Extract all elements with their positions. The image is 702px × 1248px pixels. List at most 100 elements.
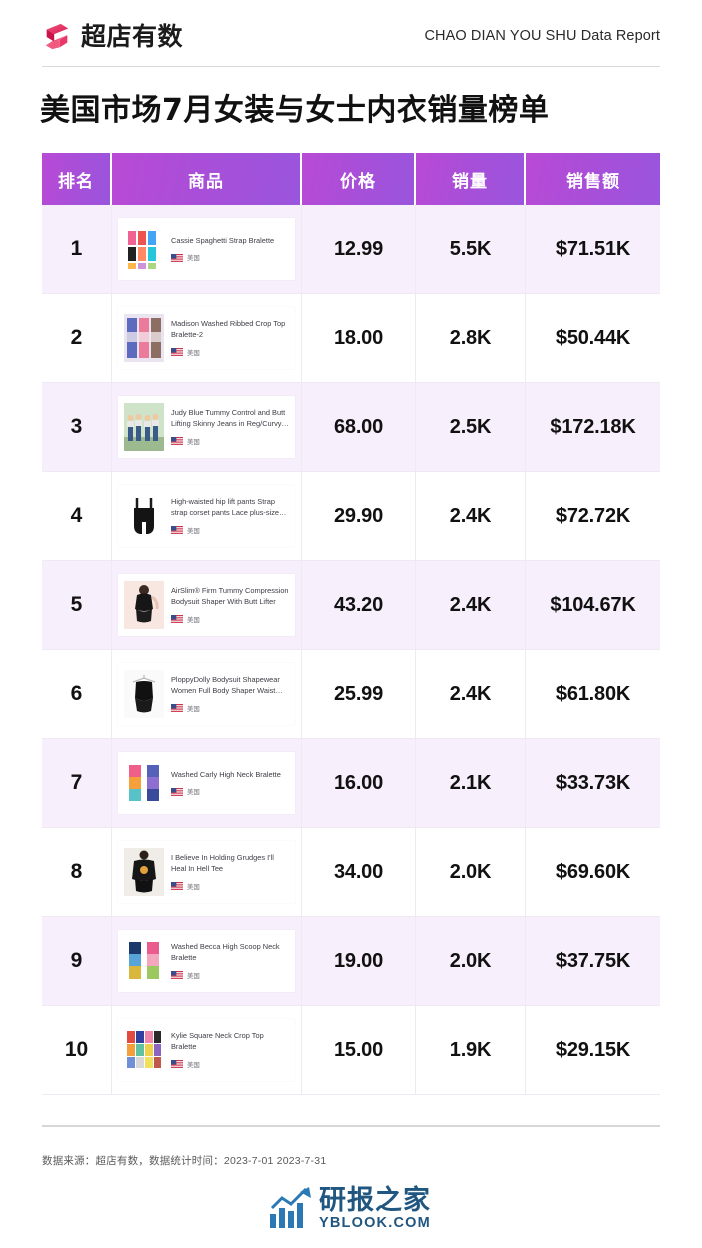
table-row: 1 Cassie Spaghetti Strap Bralette 美国 12.9… [42, 205, 660, 294]
product-country: 美国 [171, 704, 289, 713]
cell-price: 16.00 [302, 739, 416, 828]
product-card[interactable]: Judy Blue Tummy Control and Butt Lifting… [118, 396, 295, 458]
volume-value: 2.4K [449, 593, 492, 616]
amount-value: $104.67K [550, 593, 636, 616]
product-thumbnail-icon [124, 225, 164, 273]
country-label: 美国 [187, 616, 200, 624]
cell-product[interactable]: PloppyDolly Bodysuit Shapewear Women Ful… [112, 650, 302, 739]
product-meta: Madison Washed Ribbed Crop Top Bralette-… [171, 319, 289, 357]
table-row: 6 PloppyDolly Bodysuit Shapewear Women F… [42, 650, 660, 739]
cell-product[interactable]: Judy Blue Tummy Control and Butt Lifting… [112, 383, 302, 472]
cell-amount: $104.67K [526, 561, 660, 650]
table-row: 3 Judy Blue Tummy Control and Butt Lifti… [42, 383, 660, 472]
cell-amount: $69.60K [526, 828, 660, 917]
price-value: 16.00 [333, 771, 384, 794]
cell-volume: 2.4K [416, 561, 526, 650]
cell-amount: $50.44K [526, 294, 660, 383]
price-value: 29.90 [333, 504, 384, 527]
cell-rank: 5 [42, 561, 112, 650]
cell-amount: $33.73K [526, 739, 660, 828]
amount-value: $33.73K [555, 771, 631, 794]
cell-price: 68.00 [302, 383, 416, 472]
cell-price: 34.00 [302, 828, 416, 917]
amount-value: $72.72K [555, 504, 631, 527]
product-meta: High-waisted hip lift pants Strap strap … [171, 497, 289, 535]
price-value: 25.99 [333, 682, 384, 705]
cell-rank: 8 [42, 828, 112, 917]
rank-value: 6 [70, 682, 83, 705]
watermark: 研报之家 YBLOOK.COM [268, 1186, 431, 1230]
cell-product[interactable]: Washed Carly High Neck Bralette 美国 [112, 739, 302, 828]
cell-rank: 4 [42, 472, 112, 561]
cell-product[interactable]: Washed Becca High Scoop Neck Bralette 美国 [112, 917, 302, 1006]
footer-source-note: 数据来源：超店有数，数据统计时间：2023-7-01 2023-7-31 [42, 1155, 327, 1167]
product-card[interactable]: Washed Carly High Neck Bralette 美国 [118, 752, 295, 814]
cell-volume: 5.5K [416, 205, 526, 294]
amount-value: $29.15K [555, 1038, 631, 1061]
country-label: 美国 [187, 1061, 200, 1069]
product-card[interactable]: Kylie Square Neck Crop Top Bralette 美国 [118, 1019, 295, 1081]
price-value: 68.00 [333, 415, 384, 438]
country-label: 美国 [187, 438, 200, 446]
country-label: 美国 [187, 255, 200, 263]
product-card[interactable]: PloppyDolly Bodysuit Shapewear Women Ful… [118, 663, 295, 725]
cell-volume: 2.0K [416, 917, 526, 1006]
cell-product[interactable]: Madison Washed Ribbed Crop Top Bralette-… [112, 294, 302, 383]
amount-value: $61.80K [555, 682, 631, 705]
cell-product[interactable]: I Believe In Holding Grudges I'll Heal I… [112, 828, 302, 917]
volume-value: 5.5K [449, 237, 492, 260]
rank-value: 3 [70, 415, 83, 438]
product-card[interactable]: AirSlim® Firm Tummy Compression Bodysuit… [118, 574, 295, 636]
product-thumbnail-icon [124, 581, 164, 629]
bar-chart-arrow-icon [268, 1186, 314, 1230]
product-meta: I Believe In Holding Grudges I'll Heal I… [171, 853, 289, 891]
cell-price: 43.20 [302, 561, 416, 650]
product-card[interactable]: High-waisted hip lift pants Strap strap … [118, 485, 295, 547]
product-card[interactable]: I Believe In Holding Grudges I'll Heal I… [118, 841, 295, 903]
product-thumbnail-icon [124, 848, 164, 896]
amount-value: $37.75K [555, 949, 631, 972]
cell-product[interactable]: Kylie Square Neck Crop Top Bralette 美国 [112, 1006, 302, 1095]
price-value: 34.00 [333, 860, 384, 883]
amount-value: $69.60K [555, 860, 631, 883]
column-header-rank: 排名 [42, 153, 112, 205]
country-label: 美国 [187, 883, 200, 891]
product-country: 美国 [171, 253, 289, 262]
cell-amount: $71.51K [526, 205, 660, 294]
table-row: 10 Kylie Square Neck Crop Top Bralette 美… [42, 1006, 660, 1095]
cell-amount: $61.80K [526, 650, 660, 739]
product-name: I Believe In Holding Grudges I'll Heal I… [171, 853, 274, 873]
table-header-row: 排名 商品 价格 销量 销售额 [42, 153, 660, 205]
product-meta: AirSlim® Firm Tummy Compression Bodysuit… [171, 586, 289, 624]
product-name: Washed Carly High Neck Bralette [171, 769, 281, 779]
watermark-text: 研报之家 YBLOOK.COM [319, 1187, 431, 1231]
product-card[interactable]: Madison Washed Ribbed Crop Top Bralette-… [118, 307, 295, 369]
cell-product[interactable]: Cassie Spaghetti Strap Bralette 美国 [112, 205, 302, 294]
cell-product[interactable]: High-waisted hip lift pants Strap strap … [112, 472, 302, 561]
product-country: 美国 [171, 526, 289, 535]
country-label: 美国 [187, 972, 200, 980]
cell-rank: 2 [42, 294, 112, 383]
volume-value: 2.0K [449, 860, 492, 883]
product-meta: Cassie Spaghetti Strap Bralette 美国 [171, 236, 289, 262]
product-name: Judy Blue Tummy Control and Butt Lifting… [171, 408, 286, 428]
volume-value: 2.1K [449, 771, 492, 794]
rank-value: 9 [70, 949, 83, 972]
product-country: 美国 [171, 437, 289, 446]
product-card[interactable]: Washed Becca High Scoop Neck Bralette 美国 [118, 930, 295, 992]
header-divider [42, 66, 660, 67]
product-card[interactable]: Cassie Spaghetti Strap Bralette 美国 [118, 218, 295, 280]
cell-price: 19.00 [302, 917, 416, 1006]
product-thumbnail-icon [124, 937, 164, 985]
product-name: High-waisted hip lift pants Strap strap … [171, 497, 280, 517]
cell-product[interactable]: AirSlim® Firm Tummy Compression Bodysuit… [112, 561, 302, 650]
cell-volume: 1.9K [416, 1006, 526, 1095]
product-thumbnail-icon [124, 759, 164, 807]
cell-volume: 2.0K [416, 828, 526, 917]
table-row: 9 Washed Becca High Scoop Neck Bralette … [42, 917, 660, 1006]
product-thumbnail-icon [124, 492, 164, 540]
cell-price: 18.00 [302, 294, 416, 383]
amount-value: $71.51K [555, 237, 631, 260]
price-value: 19.00 [333, 949, 384, 972]
table-row: 4 High-waisted hip lift pants Strap stra… [42, 472, 660, 561]
